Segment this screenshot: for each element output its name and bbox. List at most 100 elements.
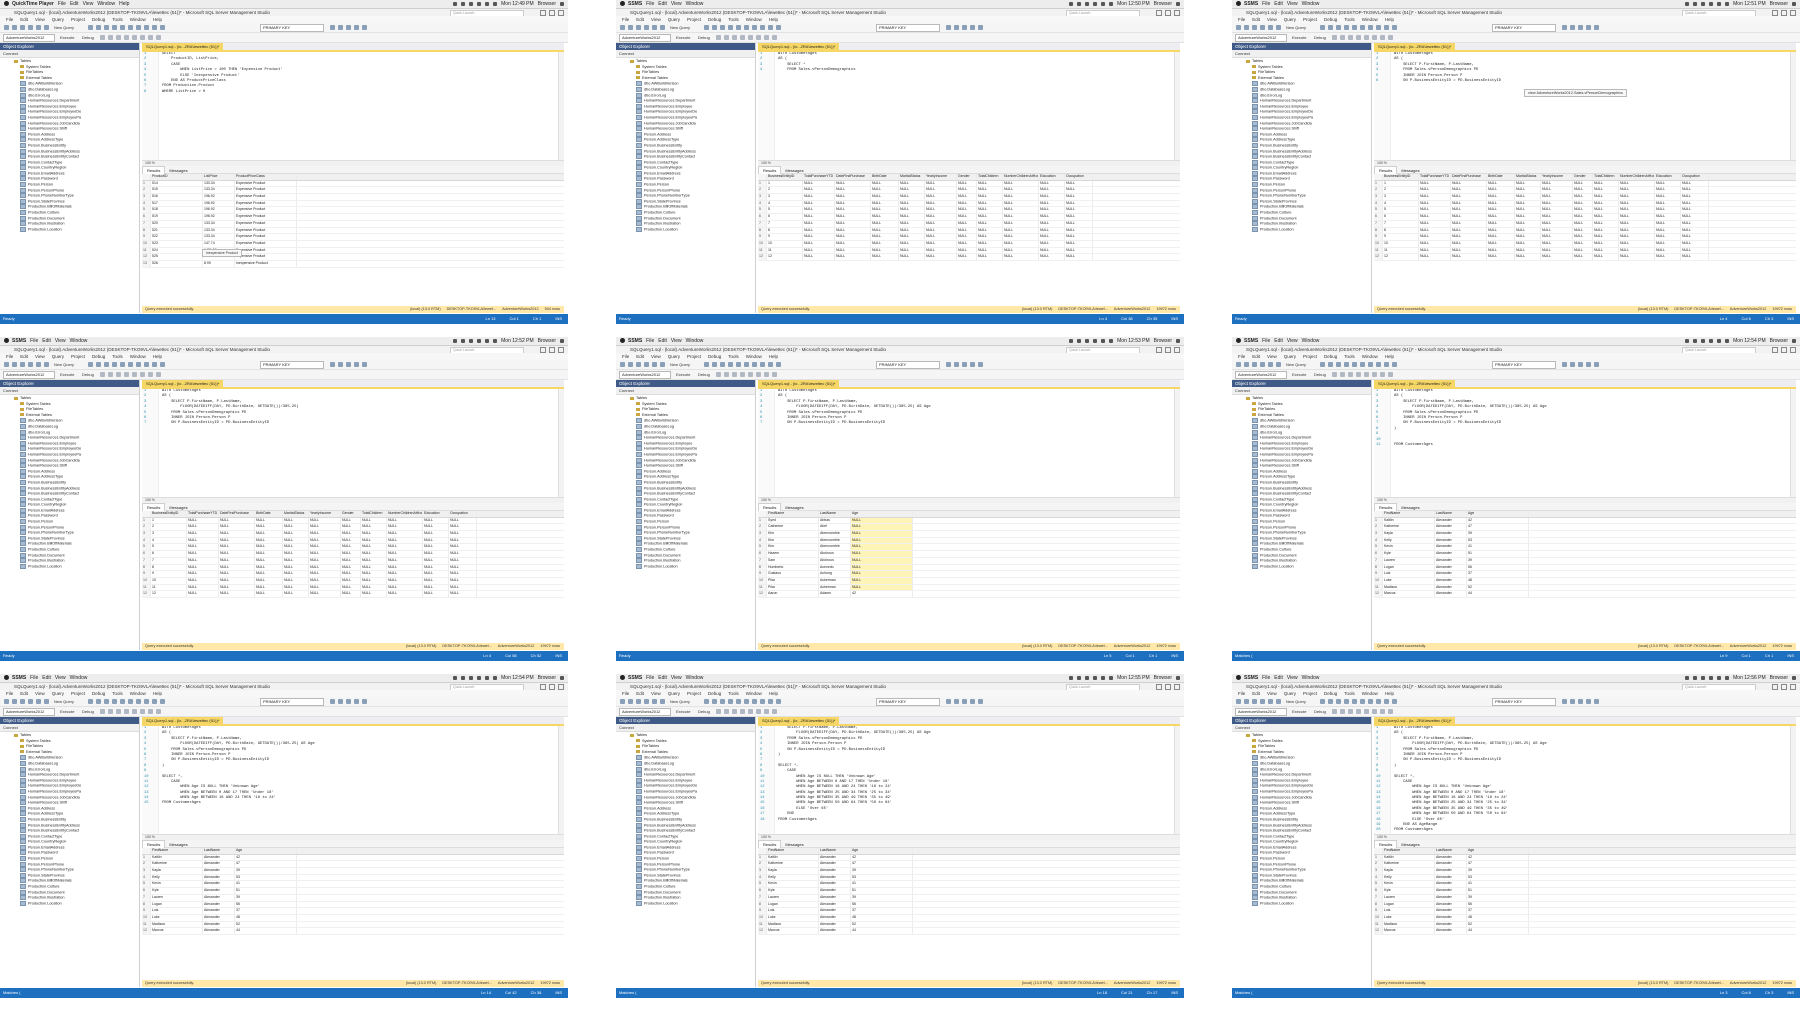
debug-button[interactable]: Debug — [1314, 708, 1326, 715]
table-cell[interactable]: NULL — [387, 544, 423, 551]
column-header[interactable]: TotalPurchaseYTD — [187, 511, 219, 517]
menu-browser[interactable]: Browser — [1770, 338, 1788, 344]
toolbar-button-icon[interactable] — [1260, 699, 1265, 704]
tray-status-icon[interactable] — [1717, 338, 1722, 343]
toolbar-button-icon[interactable] — [712, 699, 717, 704]
table-row[interactable]: 7 7 NULL NULL NULL NULL NULL NULL NULL NULL NULL NU… — [758, 220, 1180, 228]
table-cell[interactable]: 6 — [1383, 214, 1419, 220]
table-cell[interactable]: NULL — [187, 564, 219, 571]
table-cell[interactable]: Madison — [1383, 584, 1435, 591]
ssms-menu-debug[interactable]: Debug — [92, 691, 105, 696]
toolbar-button-icon[interactable] — [28, 699, 33, 704]
table-cell[interactable]: NULL — [899, 200, 925, 207]
table-cell[interactable]: NULL — [1573, 180, 1593, 187]
table-cell[interactable]: Katherine — [1383, 861, 1435, 868]
table-cell[interactable]: Expensive Product — [235, 194, 297, 200]
toolbar-button-icon[interactable] — [140, 709, 145, 714]
table-cell[interactable]: Abercrombie — [819, 544, 851, 551]
table-cell[interactable]: NULL — [255, 524, 283, 531]
ssms-menu-file[interactable]: File — [1238, 691, 1245, 696]
table-cell[interactable]: NULL — [341, 517, 361, 524]
table-row[interactable]: 4 Kelly Alexander 53 — [142, 874, 564, 882]
toolbar-button-icon[interactable] — [772, 709, 777, 714]
table-cell[interactable]: Marcus — [767, 928, 819, 934]
table-row[interactable]: 5 5 NULL NULL NULL NULL NULL NULL NULL NULL NULL NU… — [142, 544, 564, 552]
table-cell[interactable]: NULL — [255, 537, 283, 544]
toolbar-button-icon[interactable] — [330, 25, 335, 30]
table-cell[interactable]: NULL — [1065, 247, 1093, 254]
table-cell[interactable]: NULL — [387, 557, 423, 564]
table-cell[interactable]: NULL — [1681, 227, 1709, 234]
menu-item-edit[interactable]: Edit — [42, 675, 51, 681]
table-cell[interactable]: NULL — [187, 571, 219, 577]
table-cell[interactable]: NULL — [1487, 240, 1515, 247]
toolbar-button-icon[interactable] — [1348, 709, 1353, 714]
table-row[interactable]: 10 Luke Alexander 48 — [1374, 577, 1796, 585]
toolbar-button-icon[interactable] — [362, 362, 367, 367]
table-cell[interactable]: NULL — [803, 227, 835, 234]
execute-button[interactable]: Execute — [60, 708, 74, 715]
table-cell[interactable]: NULL — [1573, 200, 1593, 207]
table-cell[interactable]: 47 — [235, 861, 297, 868]
table-cell[interactable]: NULL — [1619, 220, 1655, 227]
execute-button[interactable]: Execute — [1292, 371, 1306, 378]
ssms-menu-edit[interactable]: Edit — [636, 17, 644, 22]
table-cell[interactable]: 8 — [767, 227, 803, 234]
toolbar-button-icon[interactable] — [1356, 372, 1361, 377]
toolbar-button-icon[interactable] — [12, 699, 17, 704]
table-cell[interactable]: NULL — [977, 194, 1003, 200]
table-cell[interactable]: 133.34 — [203, 220, 235, 227]
toolbar-button-icon[interactable] — [728, 25, 733, 30]
table-cell[interactable]: Alexander — [1435, 914, 1467, 921]
ssms-menu-help[interactable]: Help — [769, 691, 778, 696]
column-header[interactable]: BirthDate — [1487, 174, 1515, 180]
database-dropdown[interactable]: AdventureWorks2012 — [3, 371, 55, 379]
toolbar-button-icon[interactable] — [732, 709, 737, 714]
table-cell[interactable]: NULL — [449, 531, 477, 537]
table-cell[interactable]: NULL — [219, 531, 255, 537]
database-dropdown[interactable]: AdventureWorks2012 — [1235, 34, 1287, 42]
table-cell[interactable]: NULL — [925, 227, 957, 234]
tray-status-icon[interactable] — [1693, 338, 1698, 343]
table-row[interactable]: 7 520 133.34 Expensive Product — [142, 220, 564, 228]
toolbar-button-icon[interactable] — [1276, 25, 1281, 30]
ssms-menu-edit[interactable]: Edit — [1252, 17, 1260, 22]
messages-tab[interactable]: Messages — [165, 504, 191, 511]
table-cell[interactable]: 4 — [1383, 200, 1419, 207]
menu-item-view[interactable]: View — [671, 338, 682, 344]
ssms-menu-help[interactable]: Help — [153, 691, 162, 696]
table-cell[interactable]: 42 — [851, 854, 913, 861]
table-cell[interactable]: NULL — [1573, 207, 1593, 214]
table-row[interactable]: 4 517 196.92 Expensive Product — [142, 200, 564, 208]
ssms-menu-file[interactable]: File — [622, 17, 629, 22]
table-cell[interactable]: NULL — [361, 537, 387, 544]
toolbar-button-icon[interactable] — [144, 25, 149, 30]
editor-scrollbar[interactable] — [558, 726, 564, 834]
toolbar-button-icon[interactable] — [1384, 699, 1389, 704]
toolbar-button-icon[interactable] — [346, 699, 351, 704]
menu-item-file[interactable]: File — [30, 675, 38, 681]
table-cell[interactable]: 5 — [767, 207, 803, 214]
table-row[interactable]: 1 Kaitlin Alexander 42 — [1374, 854, 1796, 862]
table-cell[interactable]: NULL — [899, 180, 925, 187]
table-cell[interactable]: NULL — [803, 180, 835, 187]
table-cell[interactable]: NULL — [1419, 227, 1451, 234]
tree-node[interactable]: Production.Location — [1232, 900, 1371, 907]
table-row[interactable]: 4 4 NULL NULL NULL NULL NULL NULL NULL NULL NULL NU… — [1374, 200, 1796, 208]
table-row[interactable]: 6 Kyle Alexander 51 — [1374, 888, 1796, 895]
toolbar-button-icon[interactable] — [1356, 35, 1361, 40]
tray-status-icon[interactable] — [485, 675, 490, 680]
toolbar-button-icon[interactable] — [768, 362, 773, 367]
table-cell[interactable]: 41 — [235, 881, 297, 888]
primary-key-dropdown[interactable]: PRIMARY KEY — [1492, 24, 1556, 32]
table-cell[interactable]: NULL — [1681, 214, 1709, 220]
toolbar-button-icon[interactable] — [740, 709, 745, 714]
ssms-menu-query[interactable]: Query — [52, 17, 64, 22]
table-cell[interactable]: 56 — [851, 901, 913, 908]
table-cell[interactable]: NULL — [309, 544, 341, 551]
table-cell[interactable]: NULL — [957, 247, 977, 254]
table-cell[interactable]: 52 — [1467, 921, 1529, 928]
column-header[interactable]: MaritalStatus — [283, 511, 309, 517]
table-row[interactable]: 6 Hazem Abolrous NULL — [758, 551, 1180, 558]
table-cell[interactable]: NULL — [1065, 254, 1093, 260]
